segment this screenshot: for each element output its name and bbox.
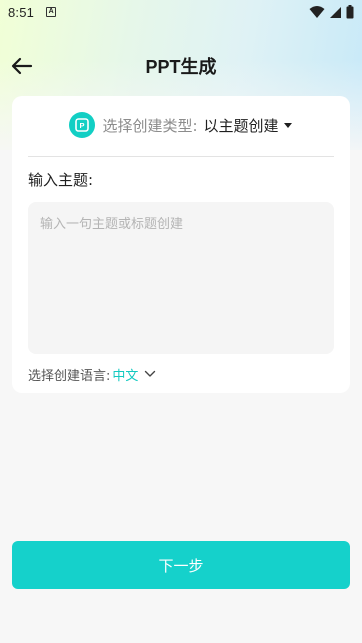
status-bar: 8:51 A [0, 0, 362, 24]
back-button[interactable] [10, 54, 34, 78]
signal-icon [330, 6, 341, 18]
bottom-safe-area [0, 628, 362, 643]
creation-type-selector[interactable]: P 选择创建类型: 以主题创建 [12, 110, 350, 140]
language-label: 选择创建语言: [28, 368, 111, 384]
battery-icon [346, 5, 354, 19]
creation-type-label: 选择创建类型: [102, 116, 198, 135]
page-title: PPT生成 [145, 57, 217, 77]
chevron-down-icon[interactable] [144, 370, 156, 378]
arrow-left-icon [11, 57, 33, 75]
language-value[interactable]: 中文 [112, 365, 138, 384]
language-selector: 选择创建语言: 中文 [28, 364, 156, 384]
wifi-icon [309, 6, 325, 18]
topic-label: 输入主题: [28, 171, 94, 189]
creation-type-value[interactable]: 以主题创建 [204, 115, 279, 136]
notification-icon: A [46, 7, 57, 17]
topic-input[interactable] [28, 202, 334, 354]
status-time: 8:51 [8, 4, 35, 20]
caret-down-icon[interactable] [283, 121, 293, 129]
svg-text:P: P [80, 121, 85, 130]
ppt-form-card: P 选择创建类型: 以主题创建 输入主题: 选择创建语言: 中文 [12, 96, 350, 393]
app-header: PPT生成 [0, 46, 362, 86]
divider [28, 156, 334, 157]
status-icons [309, 5, 354, 19]
ppt-icon: P [69, 112, 96, 138]
next-step-button[interactable]: 下一步 [12, 541, 350, 589]
